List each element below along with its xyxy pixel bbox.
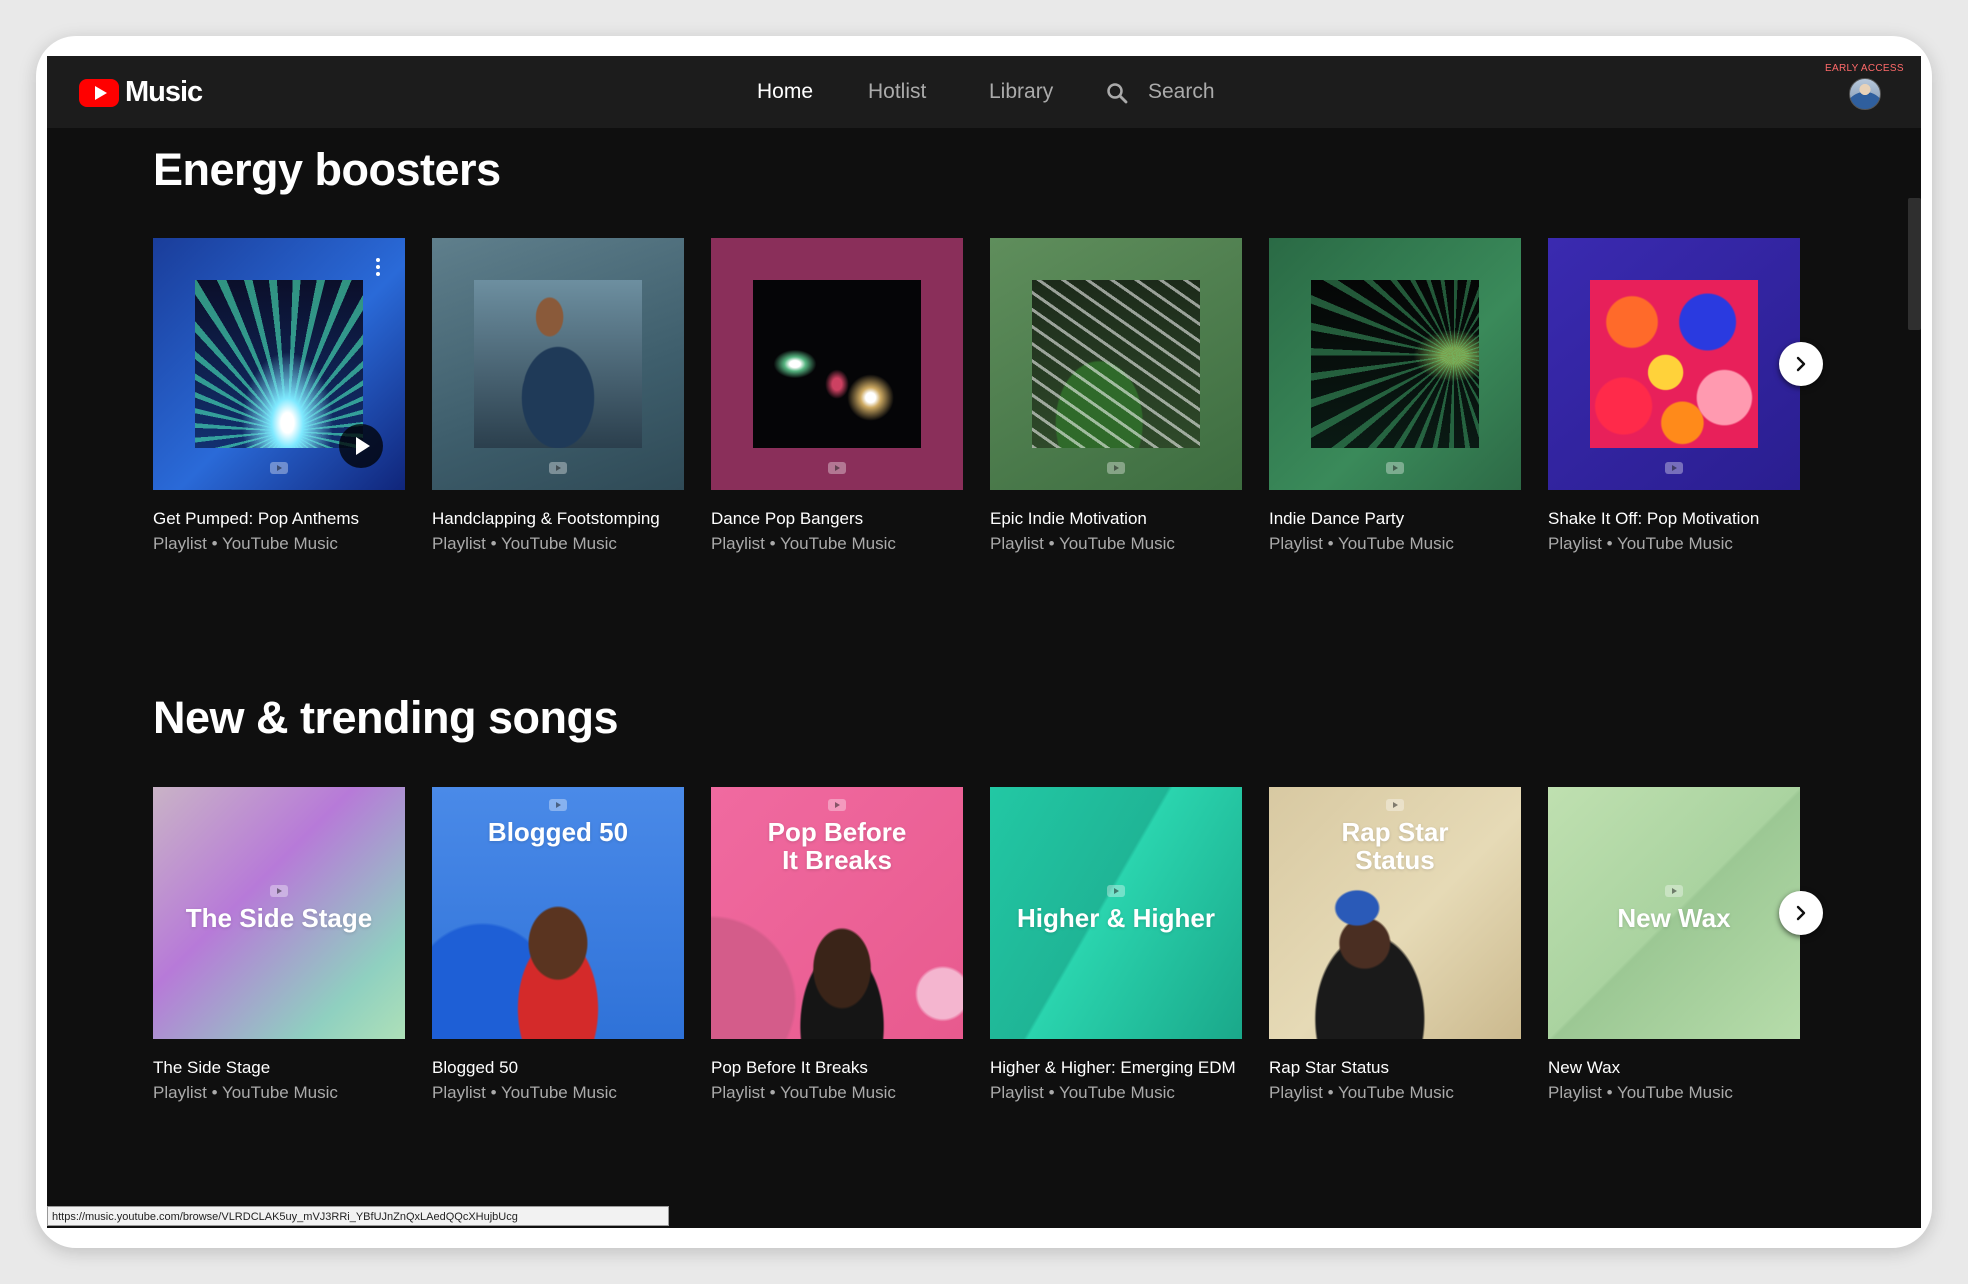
youtube-badge-icon xyxy=(828,799,846,811)
early-access-badge: EARLY ACCESS xyxy=(1825,63,1904,74)
playlist-card[interactable]: New Wax New Wax Playlist • YouTube Music xyxy=(1548,787,1800,1103)
album-art-text: Blogged 50 xyxy=(487,817,629,847)
card-subtitle: Playlist • YouTube Music xyxy=(153,1083,338,1102)
playlist-card[interactable]: The Side Stage The Side Stage Playlist •… xyxy=(153,787,405,1103)
album-art-text: Higher & Higher xyxy=(1017,903,1215,933)
youtube-badge-icon xyxy=(549,462,567,474)
card-title[interactable]: Indie Dance Party xyxy=(1269,508,1521,529)
scrollbar-thumb[interactable] xyxy=(1908,198,1921,330)
playlist-thumbnail[interactable] xyxy=(711,238,963,490)
play-icon[interactable] xyxy=(339,424,383,468)
card-title[interactable]: Pop Before It Breaks xyxy=(711,1057,963,1078)
youtube-music-logo[interactable]: Music xyxy=(79,76,203,109)
card-subtitle: Playlist • YouTube Music xyxy=(990,534,1175,553)
playlist-thumbnail[interactable] xyxy=(432,238,684,490)
playlist-thumbnail[interactable] xyxy=(153,238,405,490)
chevron-right-icon xyxy=(1796,905,1806,921)
playlist-card[interactable]: Rap Star Status Rap Star Status Playlist… xyxy=(1269,787,1521,1103)
card-subtitle: Playlist • YouTube Music xyxy=(432,534,617,553)
card-title[interactable]: Blogged 50 xyxy=(432,1057,684,1078)
album-art xyxy=(195,280,363,448)
nav-hotlist[interactable]: Hotlist xyxy=(868,80,926,104)
playlist-card[interactable]: Shake It Off: Pop Motivation Playlist • … xyxy=(1548,238,1800,554)
youtube-badge-icon xyxy=(828,462,846,474)
playlist-thumbnail[interactable] xyxy=(990,238,1242,490)
card-subtitle: Playlist • YouTube Music xyxy=(711,534,896,553)
card-subtitle: Playlist • YouTube Music xyxy=(153,534,338,553)
playlist-thumbnail[interactable]: Blogged 50 xyxy=(432,787,684,1039)
card-title[interactable]: The Side Stage xyxy=(153,1057,405,1078)
card-subtitle: Playlist • YouTube Music xyxy=(1548,534,1733,553)
carousel-next-button[interactable] xyxy=(1779,342,1823,386)
playlist-thumbnail[interactable]: Pop Before It Breaks xyxy=(711,787,963,1039)
card-title[interactable]: Higher & Higher: Emerging EDM xyxy=(990,1057,1242,1078)
playlist-card[interactable]: Handclapping & Footstomping Playlist • Y… xyxy=(432,238,684,554)
youtube-badge-icon xyxy=(549,799,567,811)
card-title[interactable]: New Wax xyxy=(1548,1057,1800,1078)
card-subtitle: Playlist • YouTube Music xyxy=(711,1083,896,1102)
section-title-energy-boosters: Energy boosters xyxy=(153,144,501,195)
search-icon[interactable] xyxy=(1105,81,1129,105)
card-title[interactable]: Rap Star Status xyxy=(1269,1057,1521,1078)
playlist-thumbnail[interactable]: New Wax xyxy=(1548,787,1800,1039)
playlist-thumbnail[interactable] xyxy=(1548,238,1800,490)
playlist-card[interactable]: Dance Pop Bangers Playlist • YouTube Mus… xyxy=(711,238,963,554)
playlist-thumbnail[interactable] xyxy=(1269,238,1521,490)
playlist-thumbnail[interactable]: The Side Stage xyxy=(153,787,405,1039)
album-art xyxy=(753,280,921,448)
playlist-thumbnail[interactable]: Rap Star Status xyxy=(1269,787,1521,1039)
album-art-text-line1: Pop Before xyxy=(767,817,907,847)
card-title[interactable]: Get Pumped: Pop Anthems xyxy=(153,508,405,529)
album-art xyxy=(474,280,642,448)
card-subtitle: Playlist • YouTube Music xyxy=(1269,534,1454,553)
section-title-new-trending: New & trending songs xyxy=(153,692,619,743)
youtube-badge-icon xyxy=(270,462,288,474)
youtube-play-logo-icon xyxy=(79,78,119,107)
carousel-next-button[interactable] xyxy=(1779,891,1823,935)
playlist-card[interactable]: Indie Dance Party Playlist • YouTube Mus… xyxy=(1269,238,1521,554)
logo-text: Music xyxy=(125,76,203,108)
playlist-card[interactable]: Blogged 50 Blogged 50 Playlist • YouTube… xyxy=(432,787,684,1103)
youtube-badge-icon xyxy=(270,885,288,897)
album-art-text-line1: Rap Star xyxy=(1341,817,1449,847)
youtube-badge-icon xyxy=(1386,462,1404,474)
card-title[interactable]: Epic Indie Motivation xyxy=(990,508,1242,529)
card-title[interactable]: Handclapping & Footstomping xyxy=(432,508,684,529)
card-subtitle: Playlist • YouTube Music xyxy=(1269,1083,1454,1102)
playlist-card[interactable]: Higher & Higher Higher & Higher: Emergin… xyxy=(990,787,1242,1103)
album-art xyxy=(1590,280,1758,448)
album-art xyxy=(1311,280,1479,448)
youtube-badge-icon xyxy=(1107,462,1125,474)
playlist-card[interactable]: Get Pumped: Pop Anthems Playlist • YouTu… xyxy=(153,238,405,554)
more-options-icon[interactable] xyxy=(375,258,381,279)
playlist-card[interactable]: Epic Indie Motivation Playlist • YouTube… xyxy=(990,238,1242,554)
playlist-card[interactable]: Pop Before It Breaks Pop Before It Break… xyxy=(711,787,963,1103)
card-subtitle: Playlist • YouTube Music xyxy=(432,1083,617,1102)
youtube-badge-icon xyxy=(1665,462,1683,474)
album-art-text: The Side Stage xyxy=(185,903,373,933)
card-subtitle: Playlist • YouTube Music xyxy=(990,1083,1175,1102)
youtube-badge-icon xyxy=(1665,885,1683,897)
card-subtitle: Playlist • YouTube Music xyxy=(1548,1083,1733,1102)
top-nav-bar: Music Home Hotlist Library Search EARLY … xyxy=(47,56,1921,128)
nav-library[interactable]: Library xyxy=(989,80,1053,104)
chevron-right-icon xyxy=(1796,356,1806,372)
status-bar-url: https://music.youtube.com/browse/VLRDCLA… xyxy=(47,1206,669,1226)
card-title[interactable]: Dance Pop Bangers xyxy=(711,508,963,529)
youtube-badge-icon xyxy=(1386,799,1404,811)
card-title[interactable]: Shake It Off: Pop Motivation xyxy=(1548,508,1800,529)
nav-home[interactable]: Home xyxy=(757,80,813,104)
album-art-text-line2: It Breaks xyxy=(782,845,892,875)
album-art-text: New Wax xyxy=(1617,903,1731,933)
album-art xyxy=(1032,280,1200,448)
search-label[interactable]: Search xyxy=(1148,80,1215,104)
app-window: Music Home Hotlist Library Search EARLY … xyxy=(47,56,1921,1228)
youtube-badge-icon xyxy=(1107,885,1125,897)
album-art-text-line2: Status xyxy=(1355,845,1435,875)
playlist-thumbnail[interactable]: Higher & Higher xyxy=(990,787,1242,1039)
user-avatar[interactable] xyxy=(1849,78,1881,110)
